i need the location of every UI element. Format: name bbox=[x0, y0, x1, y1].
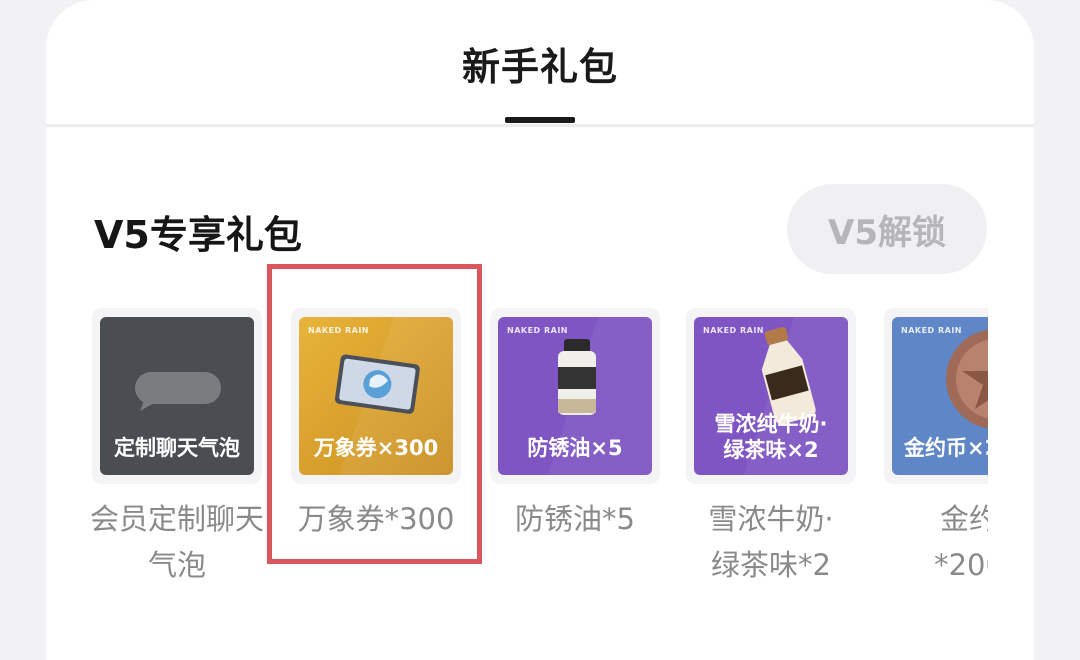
section-title: V5专享礼包 bbox=[94, 213, 302, 257]
item-image: NAKED RAIN 雪浓纯牛奶· 绿茶味×2 bbox=[694, 317, 848, 475]
active-tab-indicator bbox=[505, 117, 575, 123]
item-name-line2: *200 bbox=[934, 548, 988, 582]
gift-pack-panel: 新手礼包 V5专享礼包 V5解锁 定制聊天气泡 会员定制聊天气泡 NAKED R… bbox=[46, 0, 1034, 660]
item-tile: NAKED RAIN 防锈油×5 bbox=[490, 308, 660, 484]
tab-newbie-gift-pack[interactable]: 新手礼包 bbox=[46, 36, 1034, 91]
header: 新手礼包 bbox=[46, 0, 1034, 127]
item-tile-label: 防锈油×5 bbox=[527, 436, 623, 460]
item-image: NAKED RAIN 金约币×2 bbox=[892, 317, 988, 475]
item-tile: NAKED RAIN 金约币×2 bbox=[884, 308, 988, 484]
item-name: 防锈油*5 bbox=[515, 502, 635, 536]
item-name: 金约 *200 bbox=[864, 496, 988, 588]
gift-item-list[interactable]: 定制聊天气泡 会员定制聊天气泡 NAKED RAIN 万象券×300 万象券*3… bbox=[46, 308, 988, 628]
item-name: 会员定制聊天气泡 bbox=[89, 502, 264, 582]
item-tile-label: 定制聊天气泡 bbox=[114, 436, 240, 460]
item-name-line1: 雪浓牛奶· bbox=[708, 502, 834, 536]
item-tile: NAKED RAIN 雪浓纯牛奶· 绿茶味×2 bbox=[686, 308, 856, 484]
item-tile-label-line1: 雪浓纯牛奶· bbox=[714, 412, 828, 436]
item-tile: 定制聊天气泡 bbox=[92, 308, 262, 484]
item-tile-label: 金约币×2 bbox=[904, 436, 988, 460]
item-image: NAKED RAIN 防锈油×5 bbox=[498, 317, 652, 475]
item-tile-label: 雪浓纯牛奶· 绿茶味×2 bbox=[694, 411, 848, 463]
item-name-line1: 金约 bbox=[939, 502, 988, 536]
v5-unlock-button[interactable]: V5解锁 bbox=[787, 184, 987, 274]
item-name-line2: 绿茶味*2 bbox=[711, 548, 831, 582]
item-image: 定制聊天气泡 bbox=[100, 317, 254, 475]
item-name: 雪浓牛奶· 绿茶味*2 bbox=[666, 496, 876, 588]
highlight-box bbox=[267, 264, 482, 564]
item-tile-label-line2: 绿茶味×2 bbox=[723, 438, 819, 462]
